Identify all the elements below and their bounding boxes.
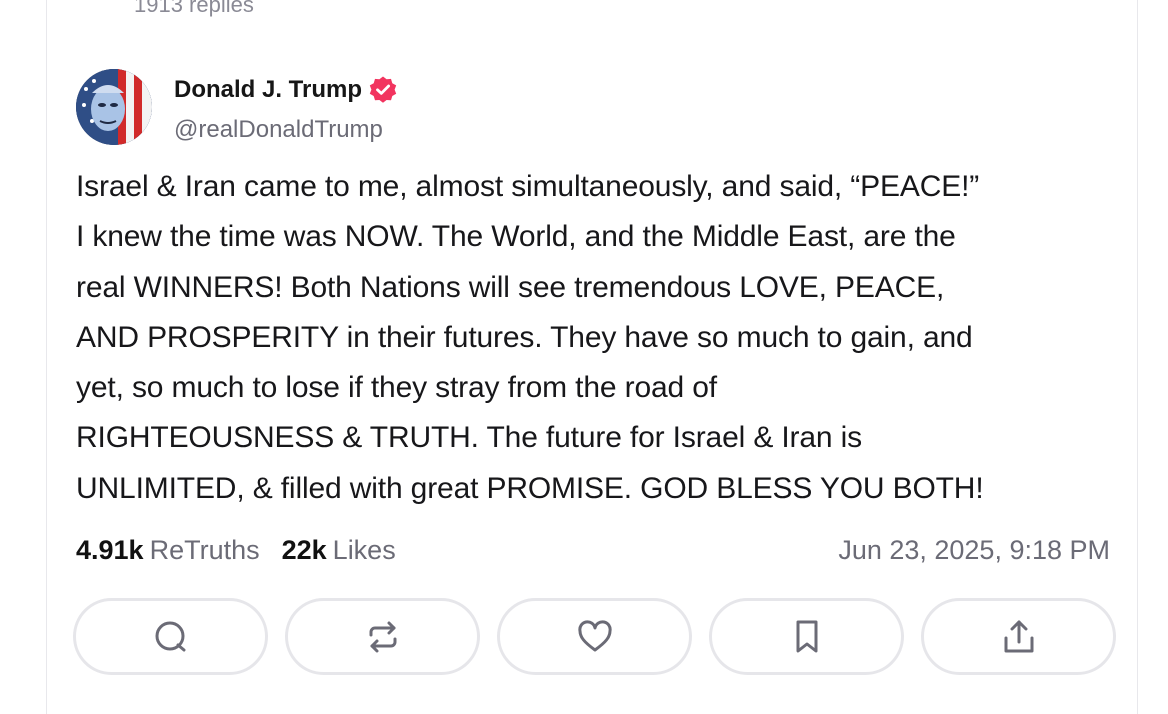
likes-stat[interactable]: 22k Likes (282, 530, 396, 570)
post-stats: 4.91k ReTruths 22k Likes (76, 530, 396, 570)
post-body-line: real WINNERS! Both Nations will see trem… (76, 270, 945, 304)
retruths-count: 4.91k (76, 535, 144, 565)
author-name[interactable]: Donald J. Trump (174, 74, 362, 106)
like-icon (577, 619, 612, 651)
likes-count: 22k (281, 535, 327, 565)
retruths-label: ReTruths (149, 535, 260, 565)
verified-badge-icon (368, 75, 398, 105)
action-bar (73, 598, 1116, 675)
post-body-line: RIGHTEOUSNESS & TRUTH. The future for Is… (76, 421, 863, 455)
post-body-line: yet, so much to lose if they stray from … (76, 371, 717, 405)
reply-icon (155, 621, 185, 651)
retruth-button[interactable] (285, 598, 480, 675)
post-body-line: I knew the time was NOW. The World, and … (76, 220, 956, 254)
post-body: Israel & Iran came to me, almost simulta… (76, 162, 1121, 514)
previous-post-replies-count[interactable]: 1913 replies (134, 0, 254, 20)
share-icon (1004, 620, 1033, 652)
post-timestamp[interactable]: Jun 23, 2025, 9:18 PM (838, 530, 1110, 570)
avatar[interactable] (76, 69, 152, 145)
post-body-line: Israel & Iran came to me, almost simulta… (76, 170, 980, 203)
reply-button[interactable] (73, 598, 268, 675)
author-handle[interactable]: @realDonaldTrump (174, 114, 383, 146)
share-button[interactable] (921, 598, 1116, 675)
retruth-icon (369, 621, 396, 652)
author-name-row[interactable]: Donald J. Trump (174, 74, 398, 106)
retruths-stat[interactable]: 4.91k ReTruths (76, 530, 260, 570)
bookmark-icon (796, 620, 817, 652)
post-body-line: UNLIMITED, & filled with great PROMISE. … (76, 471, 984, 505)
post-body-line: AND PROSPERITY in their futures. They ha… (76, 320, 973, 354)
likes-label: Likes (332, 535, 396, 565)
like-button[interactable] (497, 598, 692, 675)
bookmark-button[interactable] (709, 598, 904, 675)
